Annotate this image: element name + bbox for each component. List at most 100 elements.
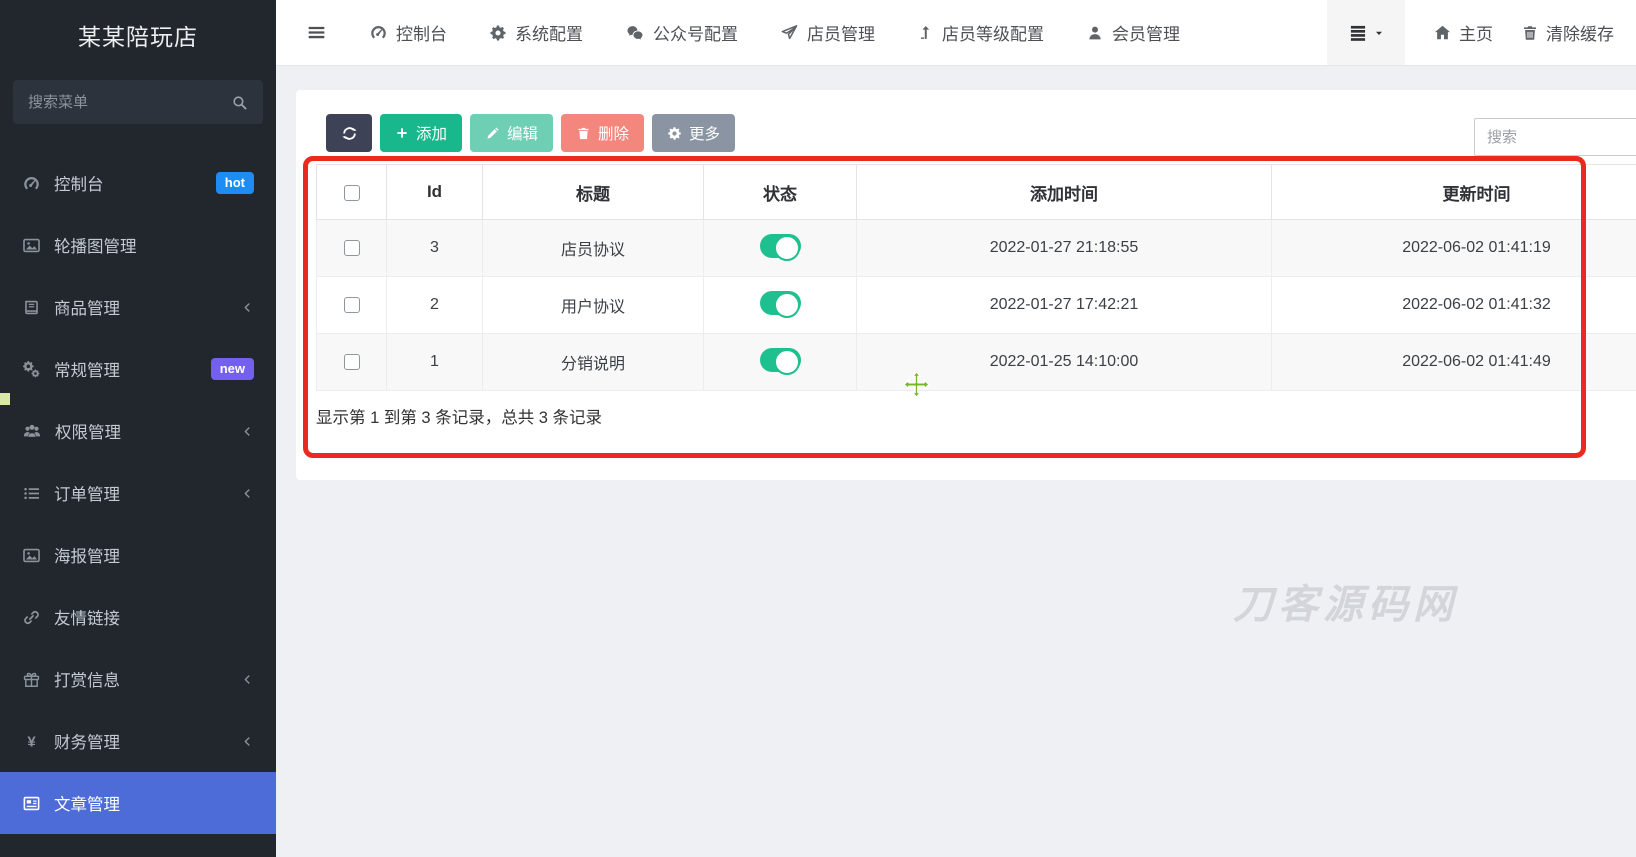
topnav-clerk-manage[interactable]: 店员管理 (780, 20, 875, 45)
carousel-image-icon (22, 236, 41, 255)
sidebar-item-goods[interactable]: 商品管理 (0, 276, 276, 338)
cell-created: 2022-01-27 21:18:55 (857, 220, 1272, 277)
hot-badge: hot (216, 172, 254, 194)
topnav-clerk-level[interactable]: 店员等级配置 (917, 20, 1044, 45)
cogs-icon (22, 360, 41, 379)
row-checkbox[interactable] (344, 240, 360, 256)
trash-icon (1521, 24, 1539, 42)
edit-label: 编辑 (507, 122, 538, 144)
sidebar-item-label: 轮播图管理 (54, 233, 137, 257)
cell-id: 1 (387, 334, 483, 391)
column-header-id: Id (387, 165, 483, 220)
topbar: 控制台 系统配置 公众号配置 店员管理 店员等级配置 会员管理 主页 清除缓存 (276, 0, 1636, 66)
gear-icon (489, 24, 507, 42)
table-row[interactable]: 3 店员协议 2022-01-27 21:18:55 2022-06-02 01… (317, 220, 1636, 277)
status-toggle-on[interactable] (760, 234, 801, 258)
column-header-status: 状态 (704, 165, 857, 220)
status-toggle-on[interactable] (760, 291, 801, 315)
chevron-left-icon (241, 301, 254, 314)
sidebar-item-permission[interactable]: 权限管理 (0, 400, 276, 462)
cell-title: 用户协议 (483, 277, 704, 334)
edit-button[interactable]: 编辑 (470, 114, 553, 152)
sidebar-item-carousel[interactable]: 轮播图管理 (0, 214, 276, 276)
pencil-icon (485, 126, 500, 141)
sidebar-item-reward[interactable]: 打赏信息 (0, 648, 276, 710)
dashboard-icon (369, 23, 388, 42)
cell-title: 分销说明 (483, 334, 704, 391)
sidebar-search (13, 80, 263, 124)
table-row[interactable]: 2 用户协议 2022-01-27 17:42:21 2022-06-02 01… (317, 277, 1636, 334)
table-header-row: Id 标题 状态 添加时间 更新时间 (317, 165, 1636, 220)
user-icon (1086, 24, 1104, 42)
caret-down-icon (1373, 27, 1385, 39)
sidebar-item-label: 商品管理 (54, 295, 120, 319)
watermark-text: 刀客源码网 (1233, 572, 1458, 630)
search-icon (231, 94, 248, 111)
select-all-checkbox[interactable] (344, 185, 360, 201)
topnav-label: 店员等级配置 (942, 20, 1044, 45)
sidebar-item-label: 常规管理 (54, 357, 120, 381)
chevron-left-icon (241, 673, 254, 686)
sidebar-item-label: 文章管理 (54, 791, 120, 815)
order-list-icon (22, 484, 41, 503)
sidebar-item-links[interactable]: 友情链接 (0, 586, 276, 648)
delete-label: 删除 (598, 122, 629, 144)
cell-created: 2022-01-25 14:10:00 (857, 334, 1272, 391)
wechat-icon (625, 23, 645, 43)
row-checkbox[interactable] (344, 297, 360, 313)
chevron-left-icon (241, 735, 254, 748)
sidebar-item-label: 权限管理 (55, 419, 121, 443)
cell-title: 店员协议 (483, 220, 704, 277)
home-icon (1433, 23, 1452, 42)
topnav-dashboard[interactable]: 控制台 (369, 20, 447, 45)
cell-updated: 2022-06-02 01:41:32 (1272, 277, 1636, 334)
users-icon (22, 421, 42, 441)
sidebar-item-label: 控制台 (54, 171, 104, 195)
new-badge: new (211, 358, 254, 380)
table-search-input[interactable] (1474, 118, 1636, 156)
sidebar-search-input[interactable] (28, 94, 231, 111)
status-toggle-on[interactable] (760, 348, 801, 372)
reward-gift-icon (22, 670, 41, 689)
column-header-updated: 更新时间 (1272, 165, 1636, 220)
add-button[interactable]: 添加 (380, 114, 462, 152)
sidebar-item-label: 订单管理 (54, 481, 120, 505)
cell-updated: 2022-06-02 01:41:19 (1272, 220, 1636, 277)
sidebar-item-finance[interactable]: 财务管理 (0, 710, 276, 772)
sidebar-item-general[interactable]: 常规管理 new (0, 338, 276, 400)
chevron-left-icon (241, 487, 254, 500)
chevron-left-icon (241, 425, 254, 438)
poster-image-icon (22, 546, 41, 565)
dashboard-icon (22, 174, 41, 193)
pagination-summary: 显示第 1 到第 3 条记录，总共 3 条记录 (316, 404, 602, 428)
home-link[interactable]: 主页 (1433, 20, 1493, 45)
clear-cache-label: 清除缓存 (1546, 20, 1614, 45)
sidebar-item-label: 打赏信息 (54, 667, 120, 691)
table-row[interactable]: 1 分销说明 2022-01-25 14:10:00 2022-06-02 01… (317, 334, 1636, 391)
row-checkbox[interactable] (344, 354, 360, 370)
sidebar-item-orders[interactable]: 订单管理 (0, 462, 276, 524)
hamburger-menu-icon[interactable] (306, 22, 327, 43)
sidebar-item-poster[interactable]: 海报管理 (0, 524, 276, 586)
content-card: 添加 编辑 删除 更多 Id 标题 状态 添加时间 更新时间 (296, 90, 1636, 480)
topnav-system-config[interactable]: 系统配置 (489, 20, 583, 45)
sidebar-menu: 控制台 hot 轮播图管理 商品管理 常规管理 new 权限管理 订单管理 (0, 152, 276, 834)
topnav-member-manage[interactable]: 会员管理 (1086, 20, 1180, 45)
finance-yen-icon (22, 732, 41, 751)
paper-plane-icon (780, 23, 799, 42)
delete-button[interactable]: 删除 (561, 114, 644, 152)
brand-title: 某某陪玩店 (0, 0, 276, 70)
refresh-button[interactable] (326, 114, 372, 152)
more-button[interactable]: 更多 (652, 114, 735, 152)
sidebar-item-label: 财务管理 (54, 729, 120, 753)
select-all-header (317, 165, 387, 220)
clear-cache-link[interactable]: 清除缓存 (1521, 20, 1614, 45)
column-header-created: 添加时间 (857, 165, 1272, 220)
sidebar-item-articles[interactable]: 文章管理 (0, 772, 276, 834)
toolbar: 添加 编辑 删除 更多 (326, 114, 735, 152)
sidebar-item-dashboard[interactable]: 控制台 hot (0, 152, 276, 214)
nav-list-dropdown-button[interactable] (1327, 0, 1405, 65)
topnav-label: 店员管理 (807, 20, 875, 45)
topnav-wechat-config[interactable]: 公众号配置 (625, 20, 738, 45)
topnav-label: 控制台 (396, 20, 447, 45)
